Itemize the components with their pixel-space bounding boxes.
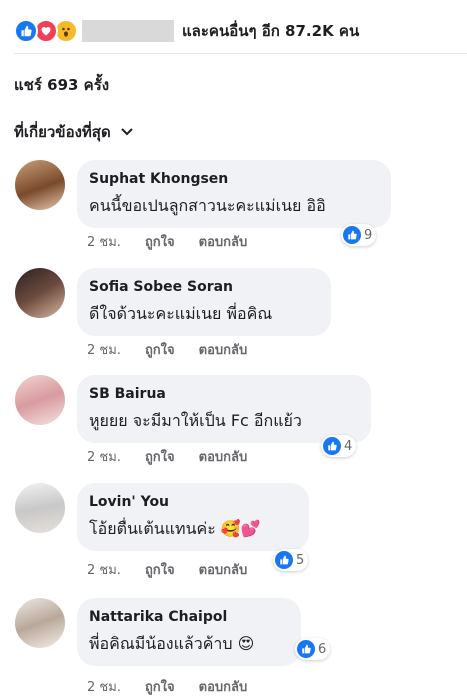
comment-bubble: Nattarika Chaipol พี่อคิณมีน้องแล้วค้าบ … — [77, 598, 301, 666]
avatar[interactable] — [15, 160, 65, 210]
chevron-down-icon — [120, 128, 133, 136]
comment-author[interactable]: Suphat Khongsen — [89, 170, 379, 188]
comment-bubble: Lovin' You โอ้ยตื่นเต้นแทนค่ะ 🥰💕 — [77, 483, 309, 551]
comment-actions: 2 ชม. ถูกใจ ตอบกลับ — [87, 676, 247, 697]
avatar[interactable] — [15, 483, 65, 533]
comment-time[interactable]: 2 ชม. — [87, 339, 121, 360]
reply-button[interactable]: ตอบกลับ — [199, 231, 248, 252]
comment-author[interactable]: Sofia Sobee Soran — [89, 278, 319, 296]
like-icon — [343, 226, 361, 244]
comment-sort-label: ที่เกี่ยวข้องที่สุด — [14, 123, 111, 141]
comment-actions: 2 ชม. ถูกใจ ตอบกลับ — [87, 231, 247, 252]
comment-text: หูยยย จะมีมาให้เป็น Fc อีกแย้ว — [89, 411, 302, 430]
comment-text: คนนี้ขอเปนลูกสาวนะคะแม่เนย อิอิ — [89, 196, 326, 215]
comment-time[interactable]: 2 ชม. — [87, 231, 121, 252]
comment-actions: 2 ชม. ถูกใจ ตอบกลับ — [87, 446, 247, 467]
comment-bubble: Suphat Khongsen คนนี้ขอเปนลูกสาวนะคะแม่เ… — [77, 160, 391, 228]
comment-author[interactable]: SB Bairua — [89, 385, 359, 403]
comment-reaction-count[interactable]: 4 — [321, 435, 357, 457]
like-button[interactable]: ถูกใจ — [145, 676, 175, 697]
like-button[interactable]: ถูกใจ — [145, 446, 175, 467]
like-icon — [14, 19, 38, 43]
avatar[interactable] — [15, 268, 65, 318]
comment-emoji: 😍 — [237, 634, 255, 653]
comment-emoji: 🥰💕 — [220, 519, 261, 538]
comment-time[interactable]: 2 ชม. — [87, 446, 121, 467]
like-icon — [323, 437, 341, 455]
comment-item: Suphat Khongsen คนนี้ขอเปนลูกสาวนะคะแม่เ… — [15, 160, 457, 250]
reply-button[interactable]: ตอบกลับ — [199, 339, 248, 360]
share-count[interactable]: แชร์ 693 ครั้ง — [14, 73, 109, 97]
comment-item: Lovin' You โอ้ยตื่นเต้นแทนค่ะ 🥰💕 5 2 ชม.… — [15, 483, 457, 578]
reply-button[interactable]: ตอบกลับ — [199, 446, 248, 467]
like-button[interactable]: ถูกใจ — [145, 231, 175, 252]
comment-item: Nattarika Chaipol พี่อคิณมีน้องแล้วค้าบ … — [15, 598, 457, 696]
avatar[interactable] — [15, 375, 65, 425]
comment-text: ดีใจด้วนะคะแม่เนย พี่อคิณ — [89, 304, 273, 323]
comment-bubble: Sofia Sobee Soran ดีใจด้วนะคะแม่เนย พี่อ… — [77, 268, 331, 336]
comment-text: โอ้ยตื่นเต้นแทนค่ะ 🥰💕 — [89, 519, 261, 538]
comment-time[interactable]: 2 ชม. — [87, 559, 121, 580]
like-button[interactable]: ถูกใจ — [145, 339, 175, 360]
avatar[interactable] — [15, 598, 65, 648]
comment-actions: 2 ชม. ถูกใจ ตอบกลับ — [87, 339, 247, 360]
comment-sort-dropdown[interactable]: ที่เกี่ยวข้องที่สุด — [14, 120, 133, 144]
comment-reaction-count[interactable]: 5 — [273, 549, 309, 571]
reply-button[interactable]: ตอบกลับ — [199, 676, 248, 697]
like-icon — [275, 551, 293, 569]
divider — [14, 53, 467, 54]
reply-button[interactable]: ตอบกลับ — [199, 559, 248, 580]
like-button[interactable]: ถูกใจ — [145, 559, 175, 580]
comment-reaction-count[interactable]: 9 — [341, 224, 377, 246]
comment-text: พี่อคิณมีน้องแล้วค้าบ 😍 — [89, 634, 255, 653]
comment-actions: 2 ชม. ถูกใจ ตอบกลับ — [87, 559, 247, 580]
reactions-summary[interactable]: และคนอื่นๆ อีก 87.2K คน — [14, 18, 359, 44]
like-icon — [297, 640, 315, 658]
comment-item: SB Bairua หูยยย จะมีมาให้เป็น Fc อีกแย้ว… — [15, 375, 457, 465]
comment-author[interactable]: Lovin' You — [89, 493, 297, 511]
redacted-name — [82, 20, 174, 42]
comment-time[interactable]: 2 ชม. — [87, 676, 121, 697]
comment-author[interactable]: Nattarika Chaipol — [89, 608, 289, 626]
reactions-summary-text: และคนอื่นๆ อีก 87.2K คน — [182, 22, 360, 40]
comment-reaction-count[interactable]: 6 — [295, 638, 331, 660]
comment-bubble: SB Bairua หูยยย จะมีมาให้เป็น Fc อีกแย้ว — [77, 375, 371, 443]
comment-item: Sofia Sobee Soran ดีใจด้วนะคะแม่เนย พี่อ… — [15, 268, 457, 358]
